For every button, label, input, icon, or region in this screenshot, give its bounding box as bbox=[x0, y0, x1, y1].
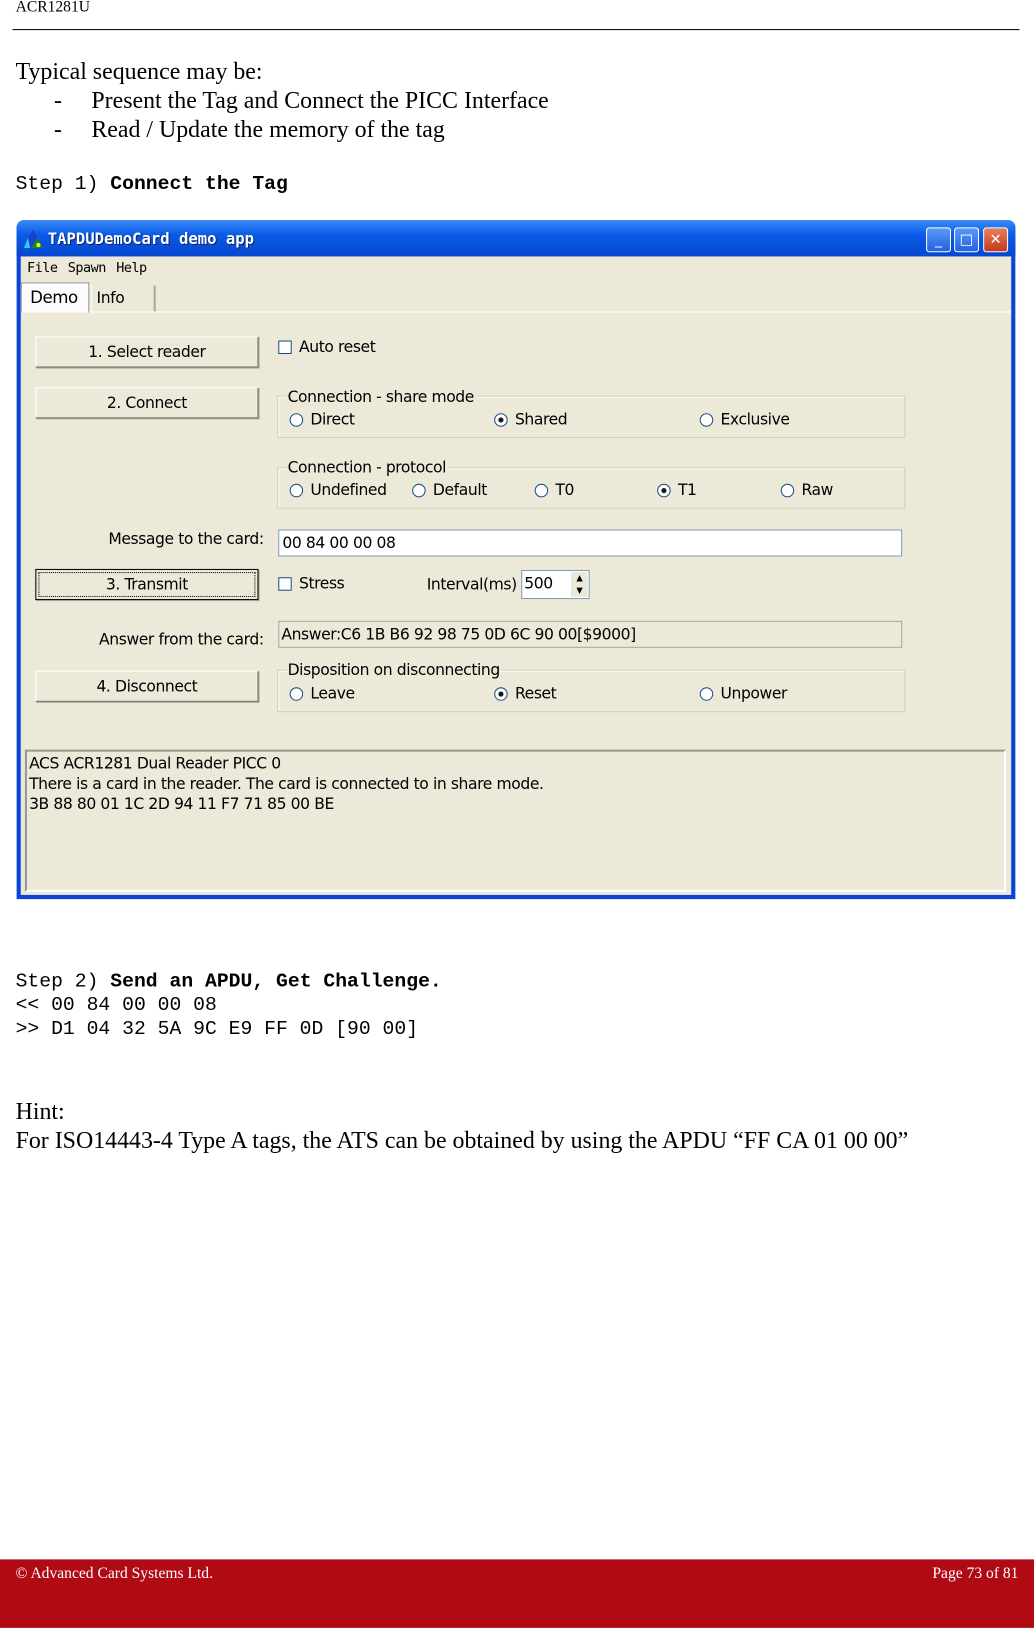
disposition-label: Disposition on disconnecting bbox=[286, 660, 501, 679]
header-divider bbox=[12, 29, 1020, 31]
intro-item: Read / Update the memory of the tag bbox=[91, 116, 445, 143]
interval-label: Interval(ms) bbox=[426, 575, 518, 594]
step2-prefix: Step 2) bbox=[15, 969, 99, 993]
radio-unpower[interactable] bbox=[699, 687, 714, 701]
select-reader-button[interactable]: 1. Select reader bbox=[35, 336, 259, 368]
spin-up-icon[interactable]: ▲ bbox=[571, 572, 588, 585]
radio-leave-label: Leave bbox=[310, 684, 355, 703]
auto-reset-checkbox[interactable] bbox=[278, 340, 292, 355]
radio-reset-label: Reset bbox=[514, 684, 557, 703]
answer-label: Answer from the card: bbox=[99, 630, 264, 649]
radio-t0[interactable] bbox=[534, 483, 549, 498]
window-title: TAPDUDemoCard demo app bbox=[47, 229, 255, 249]
menu-file[interactable]: File bbox=[27, 261, 58, 277]
log-line: ACS ACR1281 Dual Reader PICC 0 bbox=[29, 753, 281, 773]
window-body: File Spawn Help Demo Info 1. Select reader… bbox=[20, 256, 1012, 895]
menu-help[interactable]: Help bbox=[116, 261, 147, 277]
step2-label: Send an APDU, Get Challenge. bbox=[110, 969, 442, 993]
radio-exclusive-label: Exclusive bbox=[720, 410, 790, 429]
bullet-dash: - bbox=[53, 87, 62, 114]
radio-raw[interactable] bbox=[780, 483, 795, 498]
radio-default-label: Default bbox=[432, 480, 487, 500]
log-line: 3B 88 80 01 1C 2D 94 11 F7 71 85 00 BE bbox=[29, 794, 334, 813]
radio-default[interactable] bbox=[412, 483, 426, 498]
radio-shared[interactable] bbox=[494, 413, 508, 427]
intro-heading: Typical sequence may be: bbox=[15, 58, 263, 85]
message-input[interactable]: 00 84 00 00 08 bbox=[278, 529, 903, 557]
step1-prefix: Step 1) bbox=[15, 172, 99, 196]
radio-raw-label: Raw bbox=[801, 480, 834, 500]
radio-t1[interactable] bbox=[657, 483, 671, 498]
footer: © Advanced Card Systems Ltd. Page 73 of … bbox=[0, 1559, 1034, 1628]
radio-t0-label: T0 bbox=[555, 480, 575, 500]
step1-label: Connect the Tag bbox=[110, 172, 288, 196]
hint-text: For ISO14443-4 Type A tags, the ATS can … bbox=[15, 1127, 909, 1154]
tab-info[interactable]: Info bbox=[91, 285, 156, 312]
message-label: Message to the card: bbox=[108, 529, 264, 549]
footer-page: Page 73 of 81 bbox=[932, 1565, 1019, 1583]
menu-spawn[interactable]: Spawn bbox=[68, 261, 107, 277]
stress-checkbox[interactable] bbox=[278, 577, 292, 591]
header-title: ACR1281U bbox=[15, 0, 90, 16]
hint-title: Hint: bbox=[15, 1098, 65, 1125]
interval-spinner[interactable]: 500 ▲ ▼ bbox=[521, 569, 590, 600]
connect-button[interactable]: 2. Connect bbox=[35, 387, 259, 419]
tab-demo[interactable]: Demo bbox=[20, 282, 90, 313]
close-button[interactable]: ✕ bbox=[983, 227, 1009, 253]
apdu-command: << 00 84 00 00 08 bbox=[15, 993, 217, 1017]
stress-label: Stress bbox=[299, 574, 345, 593]
radio-t1-label: T1 bbox=[677, 480, 697, 500]
menu-bar: File Spawn Help bbox=[27, 261, 147, 277]
tab-line bbox=[20, 311, 1012, 313]
apdu-response: >> D1 04 32 5A 9C E9 FF 0D [90 00] bbox=[15, 1017, 419, 1041]
radio-leave[interactable] bbox=[289, 687, 304, 701]
footer-copyright: © Advanced Card Systems Ltd. bbox=[15, 1565, 213, 1583]
radio-shared-label: Shared bbox=[514, 410, 568, 429]
radio-unpower-label: Unpower bbox=[720, 684, 788, 703]
answer-field: Answer:C6 1B B6 92 98 75 0D 6C 90 00[$90… bbox=[278, 620, 903, 648]
log-output[interactable]: ACS ACR1281 Dual Reader PICC 0 There is … bbox=[24, 749, 1007, 892]
log-line: There is a card in the reader. The card … bbox=[29, 773, 544, 793]
auto-reset-label: Auto reset bbox=[299, 337, 376, 357]
spin-down-icon[interactable]: ▼ bbox=[571, 584, 588, 597]
radio-reset[interactable] bbox=[494, 687, 508, 701]
app-icon bbox=[23, 229, 43, 249]
maximize-button[interactable]: □ bbox=[954, 227, 980, 253]
protocol-label: Connection - protocol bbox=[286, 457, 448, 477]
transmit-button[interactable]: 3. Transmit bbox=[35, 568, 259, 601]
radio-direct[interactable] bbox=[289, 413, 304, 427]
share-mode-label: Connection - share mode bbox=[286, 387, 475, 406]
intro-item: Present the Tag and Connect the PICC Int… bbox=[91, 87, 549, 114]
radio-exclusive[interactable] bbox=[699, 413, 714, 427]
radio-undefined-label: Undefined bbox=[310, 480, 387, 500]
interval-value[interactable]: 500 bbox=[524, 574, 553, 593]
disconnect-button[interactable]: 4. Disconnect bbox=[35, 670, 259, 702]
bullet-dash: - bbox=[53, 116, 62, 143]
title-bar[interactable]: TAPDUDemoCard demo app _ □ ✕ bbox=[16, 220, 1016, 257]
step1-heading: Step 1) Connect the Tag bbox=[16, 172, 288, 195]
radio-undefined[interactable] bbox=[289, 483, 304, 498]
radio-direct-label: Direct bbox=[310, 410, 355, 429]
step2-heading: Step 2) Send an APDU, Get Challenge. bbox=[16, 970, 442, 993]
app-window: TAPDUDemoCard demo app _ □ ✕ File Spawn He… bbox=[16, 220, 1016, 900]
minimize-button[interactable]: _ bbox=[926, 227, 951, 253]
